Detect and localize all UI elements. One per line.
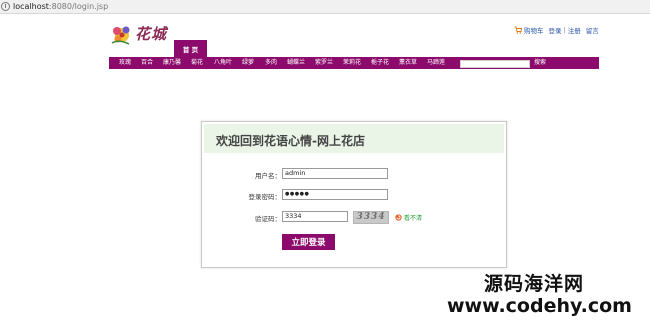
nav-item-lavender[interactable]: 薰衣草 bbox=[399, 57, 417, 69]
nav-item-jasmine[interactable]: 茉莉花 bbox=[343, 57, 361, 69]
nav-item-phalaenopsis[interactable]: 蝴蝶兰 bbox=[287, 57, 305, 69]
password-label: 登录密码： bbox=[248, 193, 282, 201]
logo-text: 花城 bbox=[135, 25, 168, 43]
nav-item-rose[interactable]: 玫瑰 bbox=[119, 57, 131, 69]
nav-item-carnation[interactable]: 康乃馨 bbox=[163, 57, 181, 69]
url-path: :8080/login.jsp bbox=[48, 2, 109, 11]
username-input[interactable]: admin bbox=[282, 168, 388, 179]
nav-item-gardenia[interactable]: 栀子花 bbox=[371, 57, 389, 69]
info-icon[interactable] bbox=[1, 2, 10, 11]
refresh-captcha-text: 看不清 bbox=[404, 215, 423, 222]
captcha-label: 验证码： bbox=[255, 215, 281, 223]
captcha-input[interactable]: 3334 bbox=[282, 211, 348, 222]
captcha-image[interactable]: 3334 bbox=[353, 211, 389, 224]
nav-item-chrysanthemum[interactable]: 菊花 bbox=[191, 57, 203, 69]
search-input[interactable] bbox=[460, 60, 530, 68]
flower-logo-icon bbox=[111, 26, 130, 45]
link-separator: | bbox=[563, 26, 566, 34]
message-link[interactable]: 留言 bbox=[586, 25, 599, 35]
watermark-title: 源码海洋网 bbox=[484, 273, 585, 295]
username-label: 用户名： bbox=[255, 172, 281, 180]
refresh-icon bbox=[395, 214, 402, 221]
search-button[interactable]: 搜索 bbox=[534, 57, 546, 69]
register-link[interactable]: 注册 bbox=[568, 25, 581, 35]
browser-address-bar[interactable]: localhost:8080/login.jsp bbox=[0, 0, 650, 14]
site-logo[interactable]: 花城 bbox=[109, 21, 167, 47]
watermark-url: www.codehy.com bbox=[447, 295, 632, 317]
url-host: localhost bbox=[13, 2, 49, 11]
address-url[interactable]: localhost:8080/login.jsp bbox=[13, 2, 108, 11]
nav-item-violet[interactable]: 紫罗兰 bbox=[315, 57, 333, 69]
password-input[interactable]: ●●●●● bbox=[282, 189, 388, 200]
nav-item-lily[interactable]: 百合 bbox=[141, 57, 153, 69]
refresh-captcha-link[interactable]: 看不清 bbox=[395, 213, 422, 222]
login-title: 欢迎回到花语心情-网上花店 bbox=[216, 134, 365, 148]
top-links: 购物车 登录 | 注册 留言 bbox=[514, 25, 599, 35]
shopping-cart-icon[interactable] bbox=[514, 26, 522, 34]
nav-item-pothos[interactable]: 绿萝 bbox=[242, 57, 254, 69]
tab-home[interactable]: 首 页 bbox=[174, 40, 207, 57]
cart-link[interactable]: 购物车 bbox=[524, 25, 544, 35]
nav-item-fatsia[interactable]: 八角叶 bbox=[214, 57, 232, 69]
nav-item-calla-lily[interactable]: 马蹄莲 bbox=[427, 57, 445, 69]
nav-item-succulent[interactable]: 多肉 bbox=[265, 57, 277, 69]
login-panel-header: 欢迎回到花语心情-网上花店 bbox=[204, 124, 504, 153]
login-submit-button[interactable]: 立即登录 bbox=[282, 234, 335, 250]
login-link[interactable]: 登录 bbox=[549, 25, 562, 35]
